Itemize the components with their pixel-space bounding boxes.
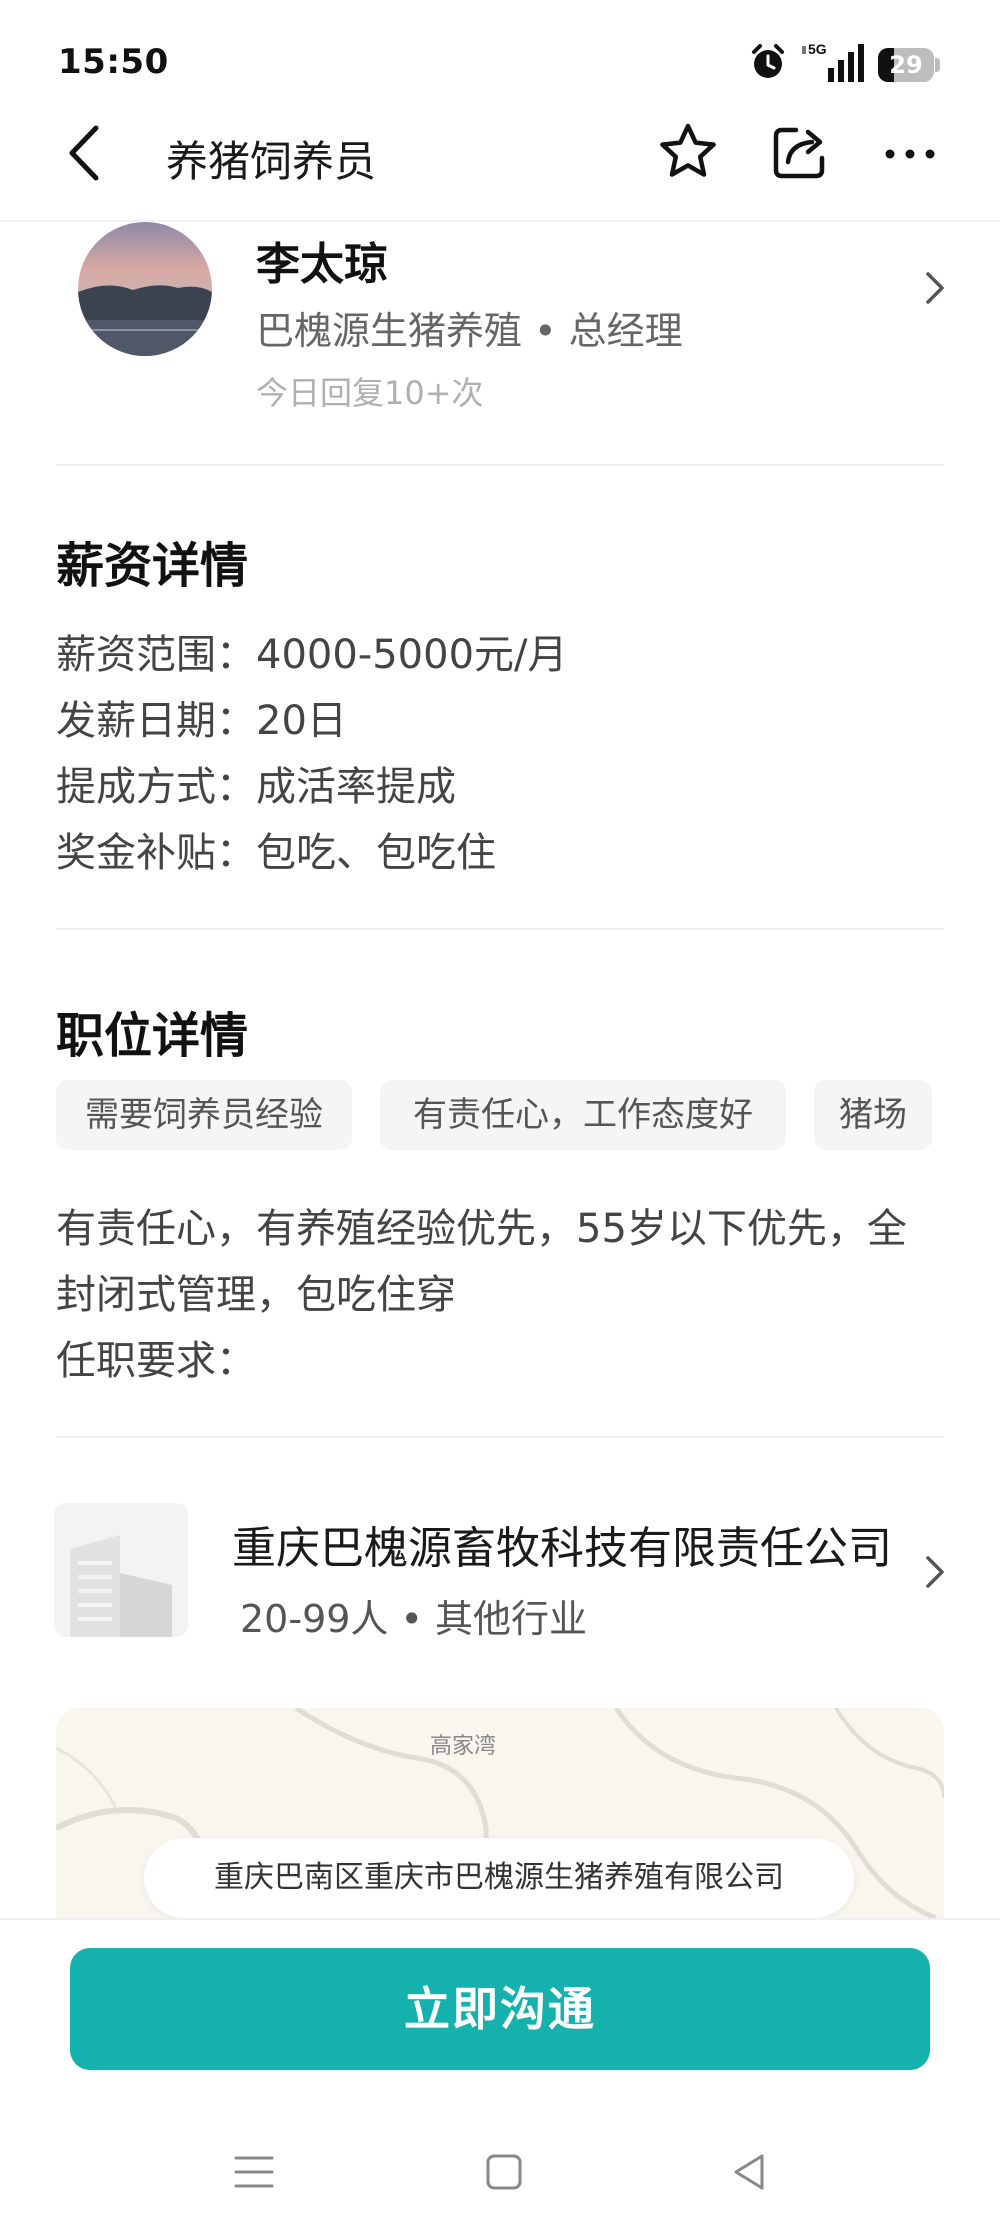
recruiter-company-title: 巴槐源生猪养殖 • 总经理 — [256, 309, 683, 353]
square-icon — [486, 2154, 522, 2190]
bonus-allowance: 奖金补贴：包吃、包吃住 — [56, 830, 496, 876]
salary-range: 薪资范围：4000-5000元/月 — [56, 632, 568, 678]
map-address-text: 重庆巴南区重庆市巴槐源生猪养殖有限公司 — [214, 1860, 784, 1895]
favorite-button[interactable] — [656, 120, 720, 184]
salary-section-title: 薪资详情 — [56, 538, 249, 594]
system-back-button[interactable] — [728, 2150, 768, 2194]
alarm-icon — [752, 44, 784, 78]
section-divider — [56, 1436, 944, 1438]
map-place-label: 高家湾 — [430, 1734, 497, 1759]
share-button[interactable] — [768, 120, 832, 184]
recruiter-name: 李太琼 — [256, 239, 388, 290]
signal-icon: 5G — [802, 41, 864, 82]
more-dots-icon — [885, 149, 935, 159]
network-type-label: 5G — [808, 41, 827, 57]
company-name[interactable]: 重庆巴槐源畜牧科技有限责任公司 — [232, 1512, 892, 1576]
pay-day: 发薪日期：20日 — [56, 698, 347, 744]
home-button[interactable] — [484, 2152, 524, 2192]
tag-attitude: 有责任心，工作态度好 — [380, 1080, 786, 1150]
recent-apps-button[interactable] — [232, 2154, 276, 2190]
more-button[interactable] — [880, 124, 940, 184]
avatar[interactable] — [78, 222, 212, 356]
battery-icon: 29 — [878, 48, 940, 82]
commission-method: 提成方式：成活率提成 — [56, 764, 456, 810]
menu-icon — [234, 2156, 274, 2188]
chevron-right-icon — [926, 1556, 944, 1588]
triangle-back-icon — [734, 2154, 764, 2190]
description-line: 封闭式管理，包吃住穿 — [56, 1272, 456, 1318]
recruiter-reply-info: 今日回复10+次 — [256, 374, 484, 412]
page-title: 养猪饲养员 — [166, 137, 377, 186]
building-icon — [54, 1503, 188, 1637]
company-meta: 20-99人 • 其他行业 — [240, 1597, 587, 1641]
tag-pig-farm: 猪场 — [814, 1080, 932, 1150]
description-line: 有责任心，有养殖经验优先，55岁以下优先，全 — [56, 1206, 907, 1252]
share-icon — [773, 127, 825, 179]
back-arrow-icon — [69, 125, 99, 181]
description-line: 任职要求： — [56, 1338, 256, 1384]
chat-now-label[interactable]: 立即沟通 — [70, 1948, 930, 2070]
position-section-title: 职位详情 — [56, 1008, 249, 1064]
company-logo[interactable] — [54, 1503, 188, 1637]
tag-experience: 需要饲养员经验 — [56, 1080, 352, 1150]
battery-level: 29 — [889, 51, 923, 79]
section-divider — [56, 464, 944, 466]
section-divider — [56, 928, 944, 930]
star-icon — [660, 123, 716, 177]
chevron-right-icon — [926, 272, 944, 304]
status-time: 15:50 — [58, 42, 169, 82]
back-button[interactable] — [56, 118, 116, 188]
